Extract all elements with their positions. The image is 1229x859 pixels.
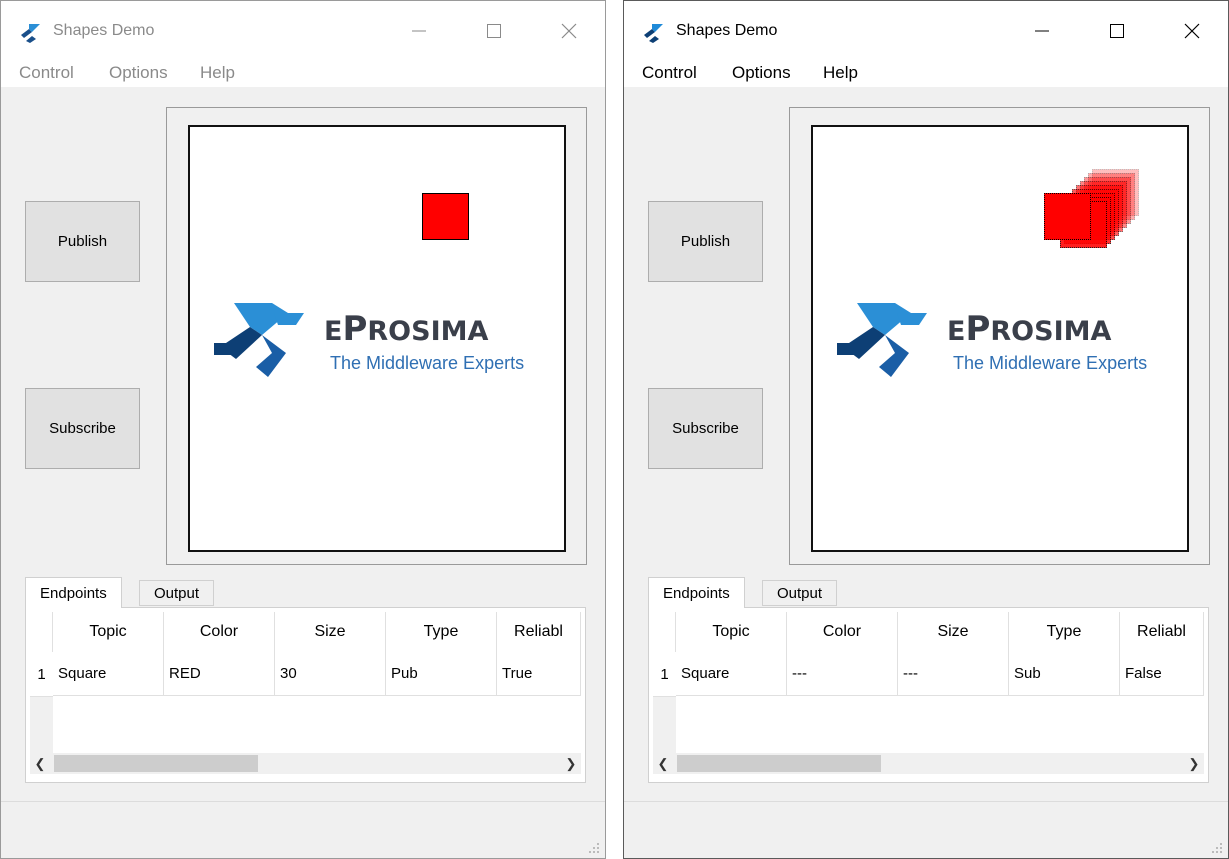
table-cell[interactable]: Square xyxy=(676,652,787,696)
shapes-canvas[interactable]: EPROSIMA The Middleware Experts xyxy=(188,125,566,552)
eprosima-mark-icon xyxy=(212,297,312,386)
publish-button[interactable]: Publish xyxy=(25,201,140,282)
horizontal-scrollbar[interactable]: ❮ ❯ xyxy=(653,753,1204,774)
maximize-button[interactable] xyxy=(1097,13,1137,49)
column-header-type[interactable]: Type xyxy=(1009,612,1120,652)
tab-endpoints[interactable]: Endpoints xyxy=(648,577,745,608)
column-header-reliabl[interactable]: Reliabl xyxy=(497,612,581,652)
table-cell[interactable]: True xyxy=(497,652,581,696)
red-square-shape xyxy=(1044,193,1091,240)
shapes-demo-window-2[interactable]: Shapes Demo Control Options Help Publish… xyxy=(623,0,1229,859)
scrollbar-thumb[interactable] xyxy=(677,755,881,772)
table-cell[interactable]: --- xyxy=(787,652,898,696)
chevron-right-icon[interactable]: ❯ xyxy=(561,753,581,774)
shapes-demo-window-1[interactable]: Shapes Demo Control Options Help Publish… xyxy=(0,0,606,859)
minimize-button[interactable] xyxy=(399,13,439,49)
close-icon xyxy=(561,23,577,39)
menu-control[interactable]: Control xyxy=(19,63,74,83)
table-cell[interactable]: --- xyxy=(898,652,1009,696)
menu-bar: Control Options Help xyxy=(1,59,605,87)
subscribe-button[interactable]: Subscribe xyxy=(648,388,763,469)
corner-header xyxy=(30,612,53,652)
window-title: Shapes Demo xyxy=(676,22,778,39)
resize-grip-icon xyxy=(1212,843,1222,853)
title-bar[interactable]: Shapes Demo xyxy=(624,1,1228,59)
minimize-button[interactable] xyxy=(1022,13,1062,49)
red-square-shape xyxy=(422,193,469,240)
status-bar xyxy=(624,801,1228,858)
menu-options[interactable]: Options xyxy=(109,63,168,83)
chevron-right-icon[interactable]: ❯ xyxy=(1184,753,1204,774)
logo-tagline: The Middleware Experts xyxy=(330,353,525,373)
eprosima-logo-icon xyxy=(641,20,667,44)
column-header-size[interactable]: Size xyxy=(898,612,1009,652)
publish-button[interactable]: Publish xyxy=(648,201,763,282)
table-cell[interactable]: Sub xyxy=(1009,652,1120,696)
eprosima-logo: EPROSIMA The Middleware Experts xyxy=(212,297,542,382)
close-icon xyxy=(1184,23,1200,39)
table-cell[interactable]: Pub xyxy=(386,652,497,696)
maximize-icon xyxy=(487,24,501,38)
scrollbar-thumb[interactable] xyxy=(54,755,258,772)
horizontal-scrollbar[interactable]: ❮ ❯ xyxy=(30,753,581,774)
resize-grip-icon xyxy=(589,843,599,853)
menu-bar: Control Options Help xyxy=(624,59,1228,87)
maximize-button[interactable] xyxy=(474,13,514,49)
subscribe-button[interactable]: Subscribe xyxy=(25,388,140,469)
column-header-topic[interactable]: Topic xyxy=(53,612,164,652)
column-header-type[interactable]: Type xyxy=(386,612,497,652)
row-number[interactable]: 1 xyxy=(653,652,676,697)
menu-help[interactable]: Help xyxy=(823,63,858,83)
title-bar[interactable]: Shapes Demo xyxy=(1,1,605,59)
tab-output[interactable]: Output xyxy=(139,580,215,606)
chevron-left-icon[interactable]: ❮ xyxy=(653,753,673,774)
table-cell[interactable]: RED xyxy=(164,652,275,696)
column-header-size[interactable]: Size xyxy=(275,612,386,652)
tab-output[interactable]: Output xyxy=(762,580,838,606)
endpoints-table[interactable]: Topic Color Size Type Reliabl 1 Square RED 30 Pub… xyxy=(30,612,581,753)
eprosima-mark-icon xyxy=(835,297,935,386)
column-header-color[interactable]: Color xyxy=(787,612,898,652)
logo-wordmark: EPROSIMA xyxy=(947,309,1112,349)
menu-options[interactable]: Options xyxy=(732,63,791,83)
table-cell[interactable]: 30 xyxy=(275,652,386,696)
endpoints-table[interactable]: Topic Color Size Type Reliabl 1 Square --- --- Su… xyxy=(653,612,1204,753)
status-bar xyxy=(1,801,605,858)
endpoints-panel: Topic Color Size Type Reliabl 1 Square --- --- Su… xyxy=(648,607,1209,783)
corner-header xyxy=(653,612,676,652)
tab-endpoints[interactable]: Endpoints xyxy=(25,577,122,608)
menu-control[interactable]: Control xyxy=(642,63,697,83)
endpoints-panel: Topic Color Size Type Reliabl 1 Square RED 30 Pub… xyxy=(25,607,586,783)
minimize-icon xyxy=(1035,30,1049,32)
eprosima-logo-icon xyxy=(18,20,44,44)
close-button[interactable] xyxy=(549,13,589,49)
chevron-left-icon[interactable]: ❮ xyxy=(30,753,50,774)
table-cell[interactable]: False xyxy=(1120,652,1204,696)
close-button[interactable] xyxy=(1172,13,1212,49)
maximize-icon xyxy=(1110,24,1124,38)
minimize-icon xyxy=(412,30,426,32)
menu-help[interactable]: Help xyxy=(200,63,235,83)
column-header-reliabl[interactable]: Reliabl xyxy=(1120,612,1204,652)
window-title: Shapes Demo xyxy=(53,22,155,39)
eprosima-logo: EPROSIMA The Middleware Experts xyxy=(835,297,1165,382)
row-number[interactable]: 1 xyxy=(30,652,53,697)
column-header-color[interactable]: Color xyxy=(164,612,275,652)
table-cell[interactable]: Square xyxy=(53,652,164,696)
logo-tagline: The Middleware Experts xyxy=(953,353,1148,373)
column-header-topic[interactable]: Topic xyxy=(676,612,787,652)
shapes-canvas[interactable]: EPROSIMA The Middleware Experts xyxy=(811,125,1189,552)
logo-wordmark: EPROSIMA xyxy=(324,309,489,349)
